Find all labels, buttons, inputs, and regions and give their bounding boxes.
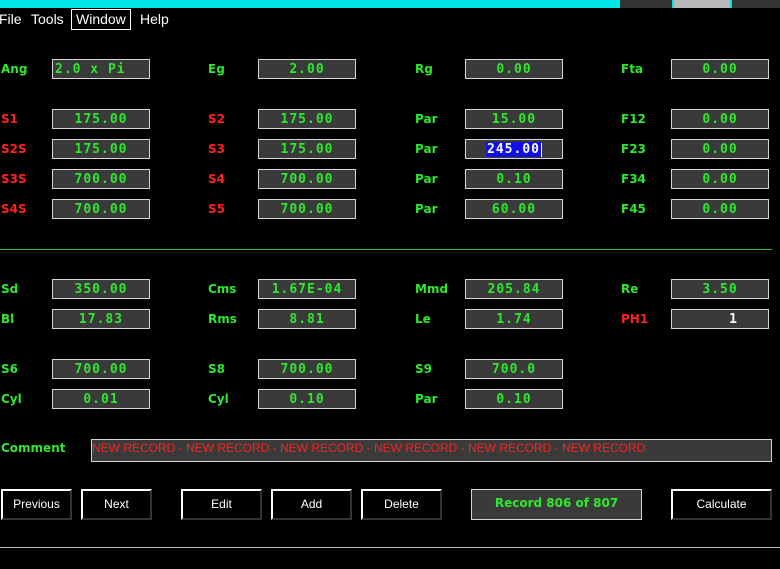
field-par[interactable]: 0.10 — [465, 389, 563, 409]
field-s3s[interactable]: 700.00 — [52, 169, 150, 189]
menu-file[interactable]: File — [0, 9, 22, 30]
calculate-button[interactable]: Calculate — [671, 489, 772, 520]
label-s6: S6 — [1, 362, 18, 376]
field-par[interactable]: 15.00 — [465, 109, 563, 129]
delete-button[interactable]: Delete — [361, 489, 442, 520]
field-s2[interactable]: 175.00 — [258, 109, 356, 129]
label-f34: F34 — [621, 172, 646, 186]
title-bar — [0, 0, 780, 8]
label-par: Par — [415, 112, 438, 126]
label-s2: S2 — [208, 112, 225, 126]
field-le[interactable]: 1.74 — [465, 309, 563, 329]
label-ang: Ang — [1, 62, 28, 76]
field-fta[interactable]: 0.00 — [671, 59, 769, 79]
label-le: Le — [415, 312, 431, 326]
label-bl: Bl — [1, 312, 15, 326]
field-cyl[interactable]: 0.01 — [52, 389, 150, 409]
field-f34[interactable]: 0.00 — [671, 169, 769, 189]
record-status: Record 806 of 807 — [471, 489, 642, 520]
label-mmd: Mmd — [415, 282, 449, 296]
field-par[interactable]: 60.00 — [465, 199, 563, 219]
text-caret — [540, 142, 542, 157]
field-rms[interactable]: 8.81 — [258, 309, 356, 329]
label-s5: S5 — [208, 202, 225, 216]
field-s3[interactable]: 175.00 — [258, 139, 356, 159]
field-cyl[interactable]: 0.10 — [258, 389, 356, 409]
label-re: Re — [621, 282, 639, 296]
label-s3s: S3S — [1, 172, 27, 186]
field-ang[interactable]: 2.0 x Pi — [52, 59, 150, 79]
label-ph1: PH1 — [621, 312, 649, 326]
field-bl[interactable]: 17.83 — [52, 309, 150, 329]
menu-bar: File Tools Window Help — [0, 8, 780, 31]
label-s8: S8 — [208, 362, 225, 376]
field-s5[interactable]: 700.00 — [258, 199, 356, 219]
label-rg: Rg — [415, 62, 433, 76]
label-s4: S4 — [208, 172, 225, 186]
add-button[interactable]: Add — [271, 489, 352, 520]
label-eg: Eg — [208, 62, 225, 76]
label-s4s: S4S — [1, 202, 27, 216]
field-eg[interactable]: 2.00 — [258, 59, 356, 79]
previous-button[interactable]: Previous — [1, 489, 72, 520]
field-re[interactable]: 3.50 — [671, 279, 769, 299]
field-s8[interactable]: 700.00 — [258, 359, 356, 379]
label-sd: Sd — [1, 282, 19, 296]
label-par: Par — [415, 172, 438, 186]
label-par: Par — [415, 142, 438, 156]
field-s9[interactable]: 700.0 — [465, 359, 563, 379]
field-par[interactable]: 245.00 — [465, 139, 563, 159]
edit-button[interactable]: Edit — [181, 489, 262, 520]
menu-help[interactable]: Help — [140, 9, 169, 30]
close-button[interactable] — [732, 0, 780, 8]
label-cyl: Cyl — [1, 392, 22, 406]
label-f45: F45 — [621, 202, 646, 216]
selected-text: 245.00 — [486, 142, 541, 157]
label-par: Par — [415, 392, 438, 406]
label-cyl: Cyl — [208, 392, 229, 406]
label-s1: S1 — [1, 112, 18, 126]
field-sd[interactable]: 350.00 — [52, 279, 150, 299]
field-f45[interactable]: 0.00 — [671, 199, 769, 219]
field-f12[interactable]: 0.00 — [671, 109, 769, 129]
section-divider — [0, 249, 772, 250]
field-rg[interactable]: 0.00 — [465, 59, 563, 79]
field-s6[interactable]: 700.00 — [52, 359, 150, 379]
menu-window[interactable]: Window — [71, 9, 131, 30]
label-s2s: S2S — [1, 142, 27, 156]
field-s4s[interactable]: 700.00 — [52, 199, 150, 219]
minimize-button[interactable] — [620, 0, 672, 8]
menu-tools[interactable]: Tools — [31, 9, 64, 30]
label-s3: S3 — [208, 142, 225, 156]
next-button[interactable]: Next — [81, 489, 152, 520]
label-s9: S9 — [415, 362, 432, 376]
field-mmd[interactable]: 205.84 — [465, 279, 563, 299]
label-fta: Fta — [621, 62, 644, 76]
label-f23: F23 — [621, 142, 646, 156]
field-s4[interactable]: 700.00 — [258, 169, 356, 189]
label-f12: F12 — [621, 112, 646, 126]
field-cms[interactable]: 1.67E-04 — [258, 279, 356, 299]
comment-label: Comment — [1, 441, 66, 455]
bottom-border — [0, 547, 780, 548]
label-rms: Rms — [208, 312, 237, 326]
field-f23[interactable]: 0.00 — [671, 139, 769, 159]
field-par[interactable]: 0.10 — [465, 169, 563, 189]
label-cms: Cms — [208, 282, 237, 296]
field-s2s[interactable]: 175.00 — [52, 139, 150, 159]
field-ph1[interactable]: 1 — [671, 309, 769, 329]
comment-field[interactable]: NEW RECORD - NEW RECORD - NEW RECORD - N… — [91, 439, 772, 462]
maximize-button[interactable] — [674, 0, 730, 8]
field-s1[interactable]: 175.00 — [52, 109, 150, 129]
label-par: Par — [415, 202, 438, 216]
